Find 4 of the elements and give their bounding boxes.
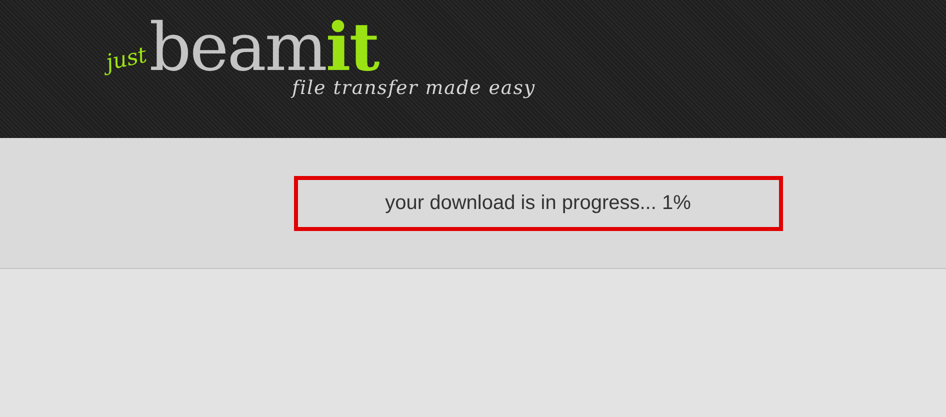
logo-wordmark: beamit xyxy=(149,14,378,81)
logo-tagline: file transfer made easy xyxy=(292,79,536,98)
logo-prefix: just xyxy=(104,44,149,76)
download-status-text: your download is in progress... 1% xyxy=(385,191,691,216)
